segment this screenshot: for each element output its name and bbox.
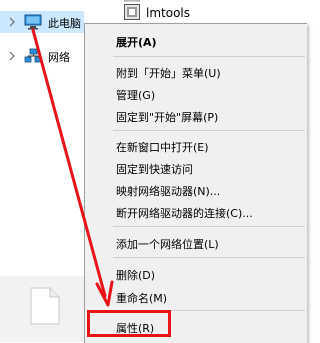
menu-item-label: 重命名(M): [116, 292, 168, 305]
menu-item-map-network-drive[interactable]: 映射网络驱动器(N)...: [85, 178, 307, 200]
computer-icon: [24, 14, 42, 30]
menu-item-label: 附到「开始」菜单(U): [116, 67, 221, 80]
menu-item-label: 删除(D): [116, 269, 156, 282]
menu-item-pin-quick-access[interactable]: 固定到快速访问: [85, 156, 307, 178]
menu-item-add-network-location[interactable]: 添加一个网络位置(L): [85, 231, 307, 253]
menu-item-rename[interactable]: 重命名(M): [85, 285, 307, 307]
context-menu: 展开(A) 附到「开始」菜单(U) 管理(G) 固定到"开始"屏幕(P) 在新窗…: [84, 23, 307, 343]
menu-item-expand[interactable]: 展开(A): [85, 29, 307, 51]
navigation-pane: 此电脑 网络: [0, 0, 84, 342]
chevron-right-icon[interactable]: [7, 50, 17, 62]
nav-item-label: 网络: [48, 51, 70, 64]
document-icon: [30, 287, 60, 325]
menu-item-label: 在新窗口中打开(E): [116, 141, 209, 154]
chevron-right-icon[interactable]: [7, 16, 17, 28]
partial-file-icon: [124, 0, 140, 2]
menu-item-disconnect-network-drive[interactable]: 断开网络驱动器的连接(C)...: [85, 200, 307, 222]
highlight-box: [87, 310, 171, 337]
menu-item-open-new-window[interactable]: 在新窗口中打开(E): [85, 134, 307, 156]
menu-item-label: 固定到快速访问: [116, 163, 193, 176]
menu-item-manage[interactable]: 管理(G): [85, 82, 307, 104]
nav-item-label: 此电脑: [48, 17, 81, 30]
menu-item-label: 映射网络驱动器(N)...: [116, 185, 221, 198]
menu-item-label: 添加一个网络位置(L): [116, 238, 219, 251]
menu-item-pin-start-screen[interactable]: 固定到"开始"屏幕(P): [85, 104, 307, 126]
menu-separator: [113, 257, 305, 258]
menu-item-pin-start-menu[interactable]: 附到「开始」菜单(U): [85, 60, 307, 82]
menu-item-label: 展开(A): [116, 36, 157, 49]
menu-separator: [113, 226, 305, 227]
menu-item-label: 断开网络驱动器的连接(C)...: [116, 207, 253, 220]
menu-item-label: 管理(G): [116, 89, 156, 102]
nav-item-this-pc[interactable]: 此电脑: [0, 11, 84, 33]
network-icon: [24, 48, 42, 63]
app-icon: [124, 4, 140, 20]
menu-separator: [113, 56, 305, 57]
menu-item-delete[interactable]: 删除(D): [85, 262, 307, 284]
nav-item-network[interactable]: 网络: [0, 45, 84, 67]
menu-separator: [113, 130, 305, 131]
menu-item-label: 固定到"开始"屏幕(P): [116, 111, 219, 124]
file-item-label: lmtools: [146, 6, 190, 20]
